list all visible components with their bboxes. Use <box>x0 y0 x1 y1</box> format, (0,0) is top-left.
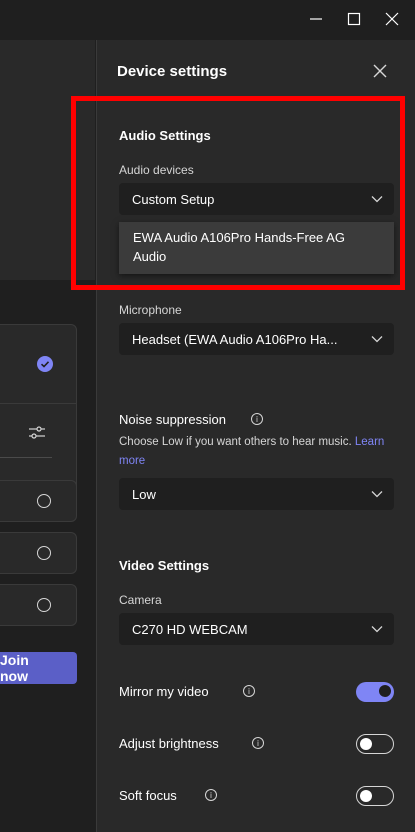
noise-suppression-label: Noise suppression <box>119 412 226 427</box>
chevron-down-icon <box>371 491 383 498</box>
minimize-icon[interactable] <box>305 8 327 30</box>
radio-button[interactable] <box>37 546 51 560</box>
check-circle-icon <box>37 356 53 377</box>
toggle-knob <box>360 737 372 750</box>
microphone-select[interactable]: Headset (EWA Audio A106Pro Ha... <box>119 323 394 355</box>
close-panel-icon[interactable] <box>371 62 389 80</box>
radio-button[interactable] <box>37 494 51 508</box>
chevron-down-icon <box>371 626 383 633</box>
audio-devices-select[interactable]: Custom Setup <box>119 183 394 215</box>
soft-focus-label: Soft focus <box>119 788 177 803</box>
card-divider <box>0 403 77 404</box>
audio-device-option[interactable]: EWA Audio A106Pro Hands-Free AG Audio <box>119 222 394 274</box>
settings-sliders-icon[interactable] <box>28 424 46 447</box>
video-settings-heading: Video Settings <box>119 558 210 573</box>
audio-devices-value: Custom Setup <box>132 191 215 207</box>
device-settings-panel: Device settings Audio Settings Audio dev… <box>96 40 415 832</box>
microphone-value: Headset (EWA Audio A106Pro Ha... <box>132 331 338 347</box>
maximize-icon[interactable] <box>343 8 365 30</box>
option-row[interactable] <box>0 480 77 522</box>
camera-value: C270 HD WEBCAM <box>132 621 248 637</box>
noise-suppression-select[interactable]: Low <box>119 478 394 510</box>
info-icon[interactable]: i <box>243 685 255 697</box>
info-icon[interactable]: i <box>252 737 264 749</box>
option-row[interactable] <box>0 532 77 574</box>
close-icon[interactable] <box>381 8 403 30</box>
audio-settings-heading: Audio Settings <box>119 128 211 143</box>
prejoin-pane: Join now <box>0 40 95 832</box>
adjust-brightness-label: Adjust brightness <box>119 736 219 751</box>
mirror-video-toggle[interactable] <box>356 682 394 702</box>
camera-select[interactable]: C270 HD WEBCAM <box>119 613 394 645</box>
info-icon[interactable]: i <box>205 789 217 801</box>
noise-help-text: Choose Low if you want others to hear mu… <box>119 433 399 471</box>
adjust-brightness-toggle[interactable] <box>356 734 394 754</box>
panel-title: Device settings <box>117 63 228 80</box>
noise-help-body: Choose Low if you want others to hear mu… <box>119 436 352 448</box>
separator-line <box>0 457 52 458</box>
audio-devices-label: Audio devices <box>119 163 194 177</box>
chevron-down-icon <box>371 336 383 343</box>
video-preview <box>0 40 95 280</box>
chevron-down-icon <box>371 196 383 203</box>
soft-focus-toggle[interactable] <box>356 786 394 806</box>
info-icon[interactable]: i <box>251 413 263 425</box>
toggle-knob <box>379 685 391 697</box>
camera-label: Camera <box>119 593 162 607</box>
mirror-video-label: Mirror my video <box>119 684 209 699</box>
microphone-label: Microphone <box>119 303 182 317</box>
radio-button[interactable] <box>37 598 51 612</box>
join-now-button[interactable]: Join now <box>0 652 77 684</box>
noise-suppression-value: Low <box>132 486 156 502</box>
toggle-knob <box>360 789 372 802</box>
option-row[interactable] <box>0 584 77 626</box>
